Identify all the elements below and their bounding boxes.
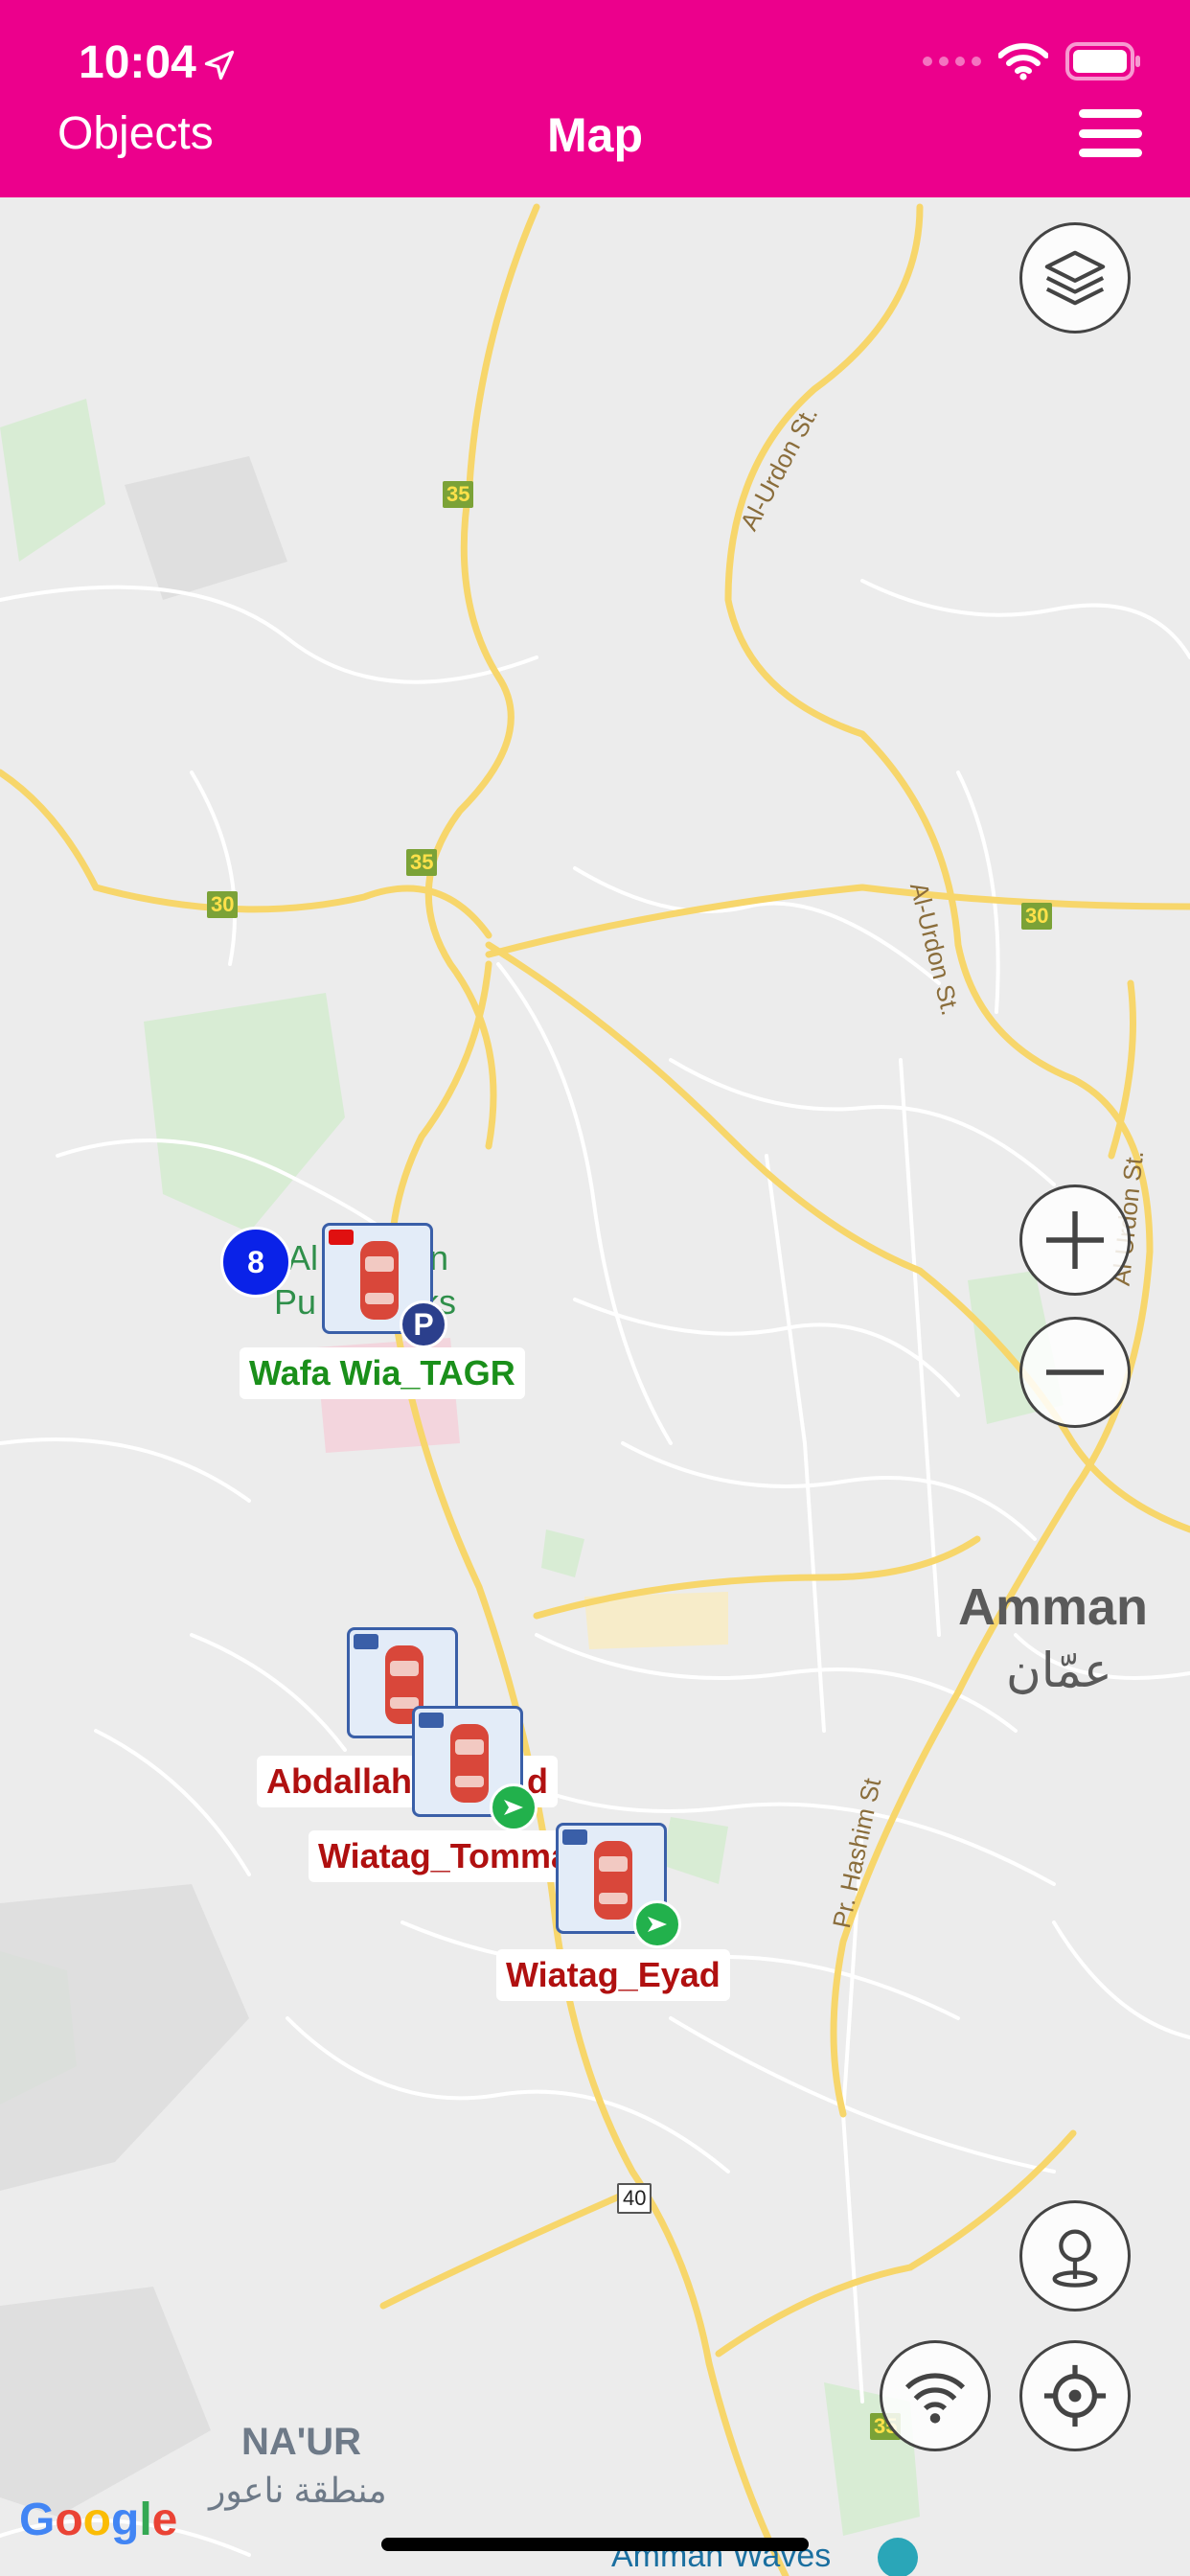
menu-button[interactable] <box>1079 109 1142 157</box>
layers-icon <box>1044 250 1106 306</box>
map-pin-icon <box>1052 2229 1098 2288</box>
center-location-button[interactable] <box>1019 2340 1131 2451</box>
wireless-signal-icon <box>904 2373 966 2424</box>
vehicle-label[interactable]: Wiatag_Eyad <box>496 1949 730 2001</box>
parked-badge: P <box>400 1300 447 1348</box>
status-icons <box>923 42 1142 80</box>
key-tag-icon <box>354 1634 378 1649</box>
road-number-30: 30 <box>207 891 239 918</box>
location-arrow-icon <box>204 51 234 80</box>
city-label-amman-arabic: عمّان <box>1006 1644 1112 1697</box>
area-label-naur-arabic: منطقة ناعور <box>209 2471 387 2510</box>
map-roads <box>0 203 1190 2576</box>
key-tag-icon <box>419 1713 444 1728</box>
wifi-icon <box>998 43 1048 80</box>
road-number-40: 40 <box>617 2183 652 2214</box>
google-logo: Google <box>19 2495 178 2545</box>
car-icon <box>360 1241 399 1320</box>
vehicle-label[interactable]: Wiatag_Tomma <box>309 1830 581 1882</box>
vehicle-label[interactable]: Wafa Wia_TAGR <box>240 1347 525 1399</box>
minus-icon <box>1046 1369 1104 1375</box>
moving-badge <box>633 1900 681 1948</box>
key-tag-icon <box>329 1230 354 1245</box>
vehicle-marker[interactable] <box>556 1823 681 1948</box>
car-icon <box>450 1724 489 1803</box>
road-number-35: 35 <box>443 481 474 508</box>
car-icon <box>594 1841 632 1920</box>
cluster-marker[interactable]: 8 <box>220 1227 291 1298</box>
plus-icon <box>1046 1211 1104 1269</box>
moving-badge <box>490 1783 538 1831</box>
home-indicator[interactable] <box>381 2538 809 2551</box>
zoom-in-button[interactable] <box>1019 1184 1131 1296</box>
vehicle-marker[interactable]: P <box>322 1223 447 1348</box>
navigation-arrow-icon <box>648 1917 667 1932</box>
key-tag-icon <box>562 1829 587 1845</box>
battery-icon <box>1065 42 1140 80</box>
my-location-pin-button[interactable] <box>1019 2200 1131 2312</box>
crosshair-icon <box>1043 2364 1107 2427</box>
city-label-amman: Amman <box>958 1578 1149 1636</box>
zoom-out-button[interactable] <box>1019 1317 1131 1428</box>
app-header: 10:04 Objects Map <box>0 0 1190 197</box>
road-number-30: 30 <box>1021 903 1053 930</box>
area-label-naur: NA'UR <box>241 2421 362 2463</box>
signal-button[interactable] <box>880 2340 991 2451</box>
navigation-arrow-icon <box>504 1800 523 1815</box>
road-number-35: 35 <box>406 849 438 876</box>
park-label: Al <box>287 1238 319 1277</box>
poi-icon <box>878 2538 918 2576</box>
map-view[interactable]: 35 35 30 30 35 40 Al-Urdon St. Al-Urdon … <box>0 197 1190 2576</box>
vehicle-marker[interactable] <box>412 1706 538 1831</box>
status-time: 10:04 <box>79 36 237 89</box>
page-title: Map <box>547 108 643 162</box>
cellular-signal-icon <box>923 57 981 66</box>
layers-button[interactable] <box>1019 222 1131 334</box>
park-label: Pu <box>274 1282 317 1322</box>
